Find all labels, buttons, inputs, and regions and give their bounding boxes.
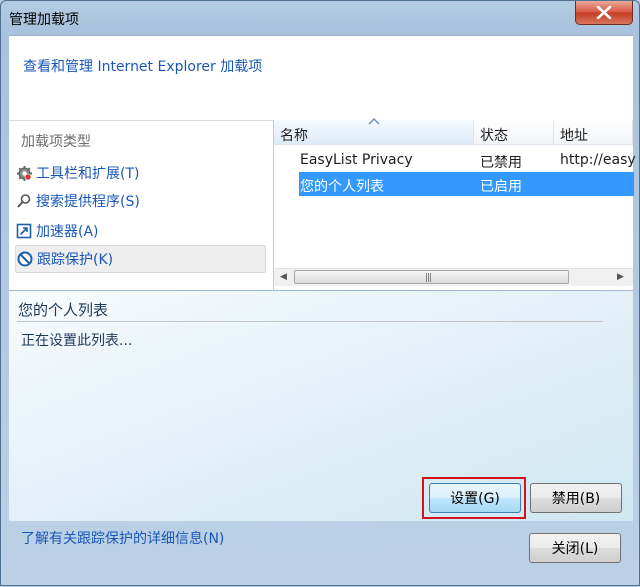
- accelerator-icon: [15, 222, 33, 240]
- window-title: 管理加载项: [9, 12, 79, 28]
- addon-list: 名称 状态 地址 EasyList Privacy 已禁用 http://eas…: [273, 118, 636, 290]
- detail-divider: [17, 321, 603, 322]
- column-header-label: 地址: [560, 128, 588, 144]
- nav-item-label: 加速器(A): [36, 224, 99, 240]
- close-icon: [596, 6, 612, 19]
- addon-types-pane: 加载项类型 工具栏和扩展(T) 搜索提供程序(S) 加速器(A) 跟踪保护(K): [9, 120, 273, 291]
- header-text: 查看和管理 Internet Explorer 加载项: [23, 59, 263, 75]
- scrollbar-thumb[interactable]: |||: [294, 270, 569, 284]
- detail-title: 您的个人列表: [18, 301, 109, 319]
- row-status: 已禁用: [480, 155, 522, 171]
- no-entry-icon: [16, 250, 34, 268]
- scroll-left-arrow-icon[interactable]: ◀: [280, 272, 287, 282]
- nav-item-accelerators[interactable]: 加速器(A): [15, 217, 266, 245]
- column-header-status[interactable]: 状态: [474, 120, 554, 145]
- close-button[interactable]: 关闭(L): [529, 533, 621, 563]
- header-strip: 查看和管理 Internet Explorer 加载项: [9, 35, 633, 120]
- manage-addons-window: 管理加载项 查看和管理 Internet Explorer 加载项 加载项类型 …: [0, 0, 640, 586]
- nav-item-label: 工具栏和扩展(T): [36, 166, 140, 182]
- nav-item-label: 搜索提供程序(S): [36, 194, 140, 210]
- footer: 了解有关跟踪保护的详细信息(N) 关闭(L): [1, 520, 639, 587]
- column-header-label: 名称: [280, 128, 308, 144]
- row-name: EasyList Privacy: [300, 152, 413, 168]
- detail-status: 正在设置此列表...: [21, 333, 133, 349]
- search-icon: [15, 192, 33, 210]
- gear-icon: [15, 164, 33, 182]
- nav-item-label: 跟踪保护(K): [37, 252, 114, 268]
- row-name: 您的个人列表: [300, 179, 384, 195]
- disable-button[interactable]: 禁用(B): [530, 483, 622, 513]
- nav-item-toolbars-extensions[interactable]: 工具栏和扩展(T): [15, 159, 266, 187]
- nav-item-tracking-protection[interactable]: 跟踪保护(K): [15, 245, 266, 273]
- row-address: http://easy: [560, 152, 636, 168]
- addon-types-heading: 加载项类型: [21, 134, 91, 150]
- list-row-easylist-privacy[interactable]: EasyList Privacy 已禁用 http://easy: [299, 148, 636, 172]
- title-bar[interactable]: 管理加载项: [1, 1, 639, 35]
- settings-button[interactable]: 设置(G): [429, 483, 521, 513]
- learn-more-link[interactable]: 了解有关跟踪保护的详细信息(N): [21, 528, 224, 548]
- scroll-grip-icon: |||: [425, 273, 432, 283]
- row-status: 已启用: [480, 179, 522, 195]
- window-close-button[interactable]: [575, 1, 633, 25]
- horizontal-scrollbar[interactable]: ◀ ||| ▶: [274, 268, 633, 286]
- nav-item-search-providers[interactable]: 搜索提供程序(S): [15, 187, 266, 215]
- column-header-address[interactable]: 地址: [554, 120, 633, 145]
- column-header-label: 状态: [480, 128, 508, 144]
- scroll-right-arrow-icon[interactable]: ▶: [617, 272, 624, 282]
- sort-ascending-icon: [368, 118, 380, 125]
- column-header-name[interactable]: 名称: [274, 118, 474, 145]
- list-row-personal-list[interactable]: 您的个人列表 已启用: [299, 172, 634, 196]
